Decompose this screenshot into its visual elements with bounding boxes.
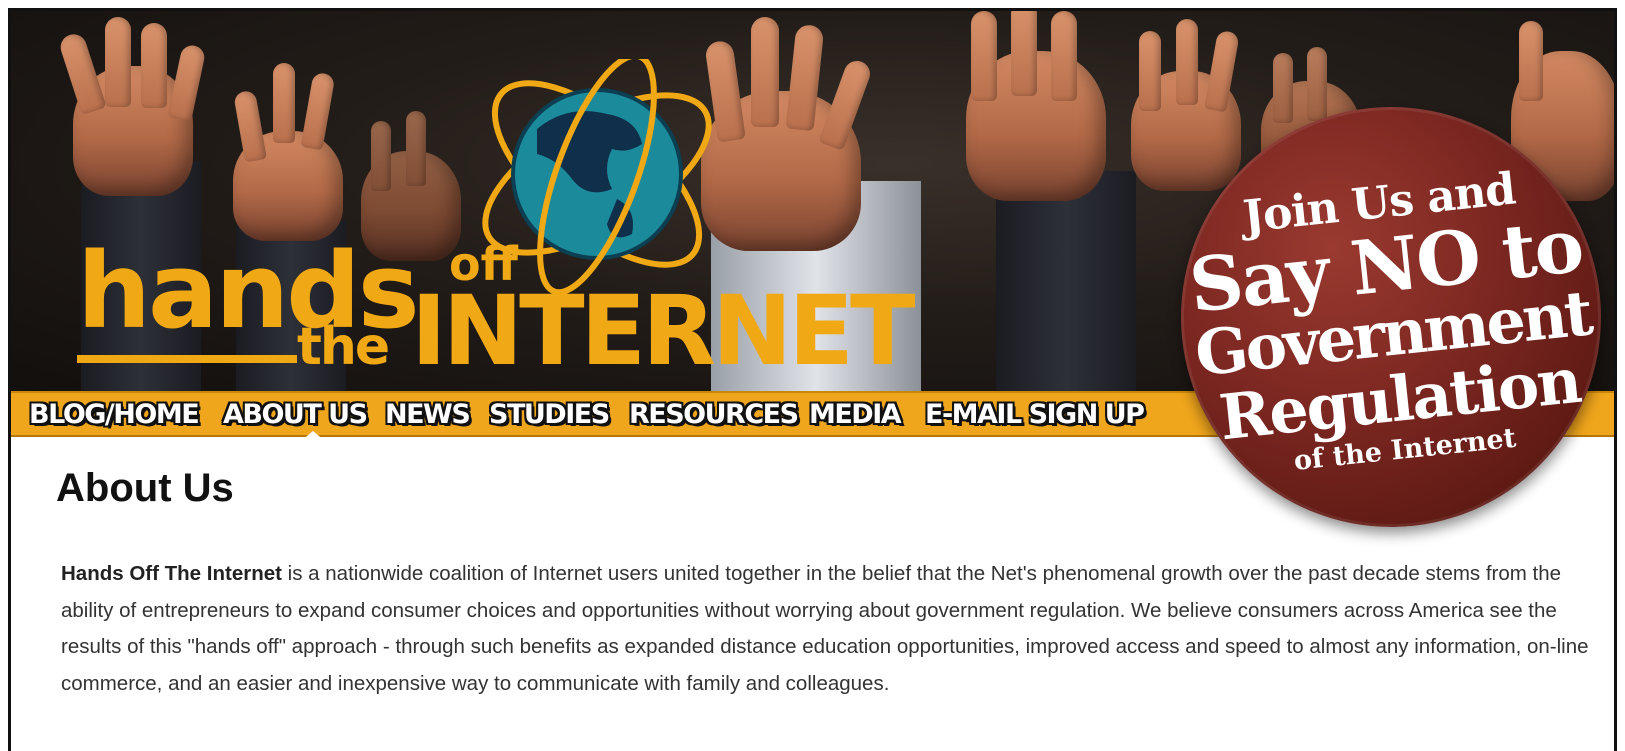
logo-underline (77, 355, 297, 363)
nav-item-news[interactable]: NEWS (385, 399, 471, 431)
nav-item-media[interactable]: MEDIA (809, 399, 902, 431)
page-title: About Us (56, 466, 234, 510)
logo-internet-text: INTERNET (411, 275, 915, 387)
intro-organization-name: Hands Off The Internet (61, 562, 282, 585)
intro-body-text: is a nationwide coalition of Internet us… (61, 562, 1589, 695)
nav-item-about-us[interactable]: ABOUT US (223, 399, 368, 431)
nav-item-email-signup[interactable]: E-MAIL SIGN UP (925, 399, 1145, 431)
nav-item-blog-home[interactable]: BLOG/HOME (29, 399, 200, 431)
page-frame: hands off the INTERNET BLOG/HOME ABOUT U… (8, 8, 1617, 751)
nav-item-resources[interactable]: RESOURCES (629, 399, 799, 431)
logo-the-text: the (297, 317, 390, 377)
site-logo[interactable]: hands off the INTERNET (67, 59, 915, 389)
active-nav-pointer (301, 431, 325, 441)
nav-item-studies[interactable]: STUDIES (489, 399, 610, 431)
intro-paragraph: Hands Off The Internet is a nationwide c… (61, 556, 1601, 702)
